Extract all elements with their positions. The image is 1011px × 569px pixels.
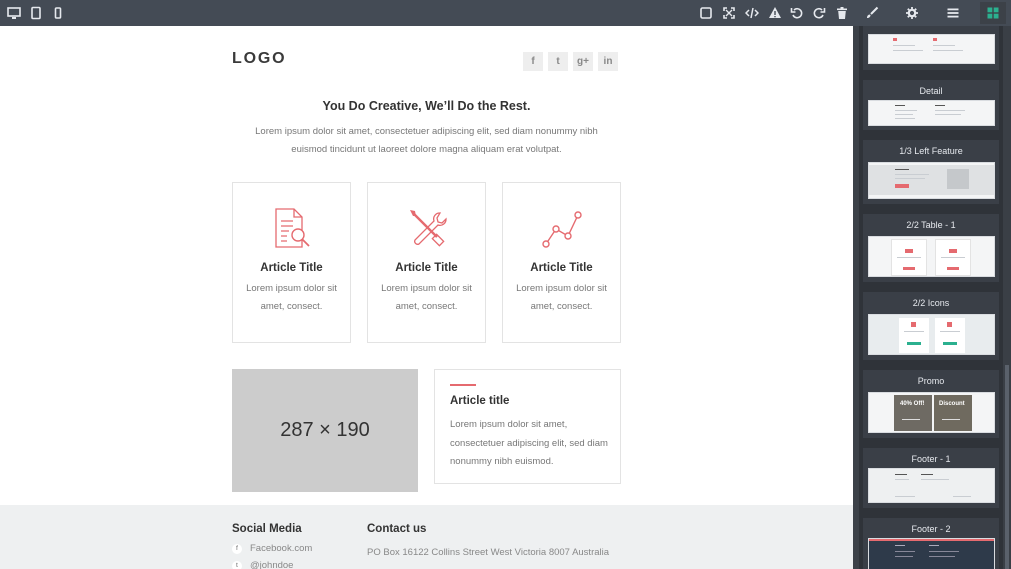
square-icon[interactable]: [698, 5, 714, 21]
card-title: Article Title: [395, 262, 458, 274]
block-thumbnail: [868, 468, 995, 503]
block-item[interactable]: [863, 26, 999, 70]
card-title: Article Title: [530, 262, 593, 274]
layers-icon[interactable]: [943, 5, 963, 21]
article-card[interactable]: Article Title Lorem ipsum dolor sit amet…: [502, 182, 621, 343]
article-block[interactable]: Article title Lorem ipsum dolor sit amet…: [434, 369, 621, 484]
block-item-icons[interactable]: 2/2 Icons: [863, 292, 999, 360]
card-text: Lorem ipsum dolor sit amet, consect.: [246, 283, 337, 312]
accent-divider: [450, 384, 476, 386]
block-label: Detail: [919, 86, 943, 96]
block-item-promo[interactable]: Promo 40% Off! Discount: [863, 370, 999, 438]
google-plus-icon[interactable]: g+: [573, 52, 593, 71]
card-text: Lorem ipsum dolor sit amet, consect.: [516, 283, 607, 312]
warning-icon[interactable]: [767, 5, 783, 21]
block-label: Footer - 1: [911, 454, 951, 464]
card-text: Lorem ipsum dolor sit amet, consect.: [381, 283, 472, 312]
redo-icon[interactable]: [811, 5, 827, 21]
editor-canvas[interactable]: LOGO f t g+ in You Do Creative, We’ll Do…: [0, 26, 853, 569]
article-text: Lorem ipsum dolor sit amet, consectetuer…: [450, 419, 608, 467]
block-thumbnail: [868, 538, 995, 569]
social-media-heading: Social Media: [232, 523, 302, 535]
gear-icon[interactable]: [902, 5, 922, 21]
linkedin-icon[interactable]: in: [598, 52, 618, 71]
facebook-icon[interactable]: f: [523, 52, 543, 71]
block-item-footer-1[interactable]: Footer - 1: [863, 448, 999, 508]
footer[interactable]: Social Media f Facebook.com t @johndoe C…: [0, 505, 853, 569]
facebook-icon: f: [232, 543, 242, 554]
block-thumbnail: 40% Off! Discount: [868, 392, 995, 433]
block-label: 2/2 Icons: [912, 298, 950, 308]
block-label: 1/3 Left Feature: [899, 146, 963, 156]
block-thumbnail: [868, 314, 995, 355]
twitter-icon: t: [232, 560, 242, 569]
social-icons: f t g+ in: [523, 52, 618, 71]
hero-text: Lorem ipsum dolor sit amet, consectetuer…: [255, 126, 598, 155]
block-thumbnail: [868, 34, 995, 64]
fullscreen-icon[interactable]: [721, 5, 737, 21]
desktop-icon[interactable]: [6, 5, 22, 21]
twitter-icon[interactable]: t: [548, 52, 568, 71]
line-chart-icon: [541, 211, 582, 248]
block-thumbnail: [868, 100, 995, 126]
block-item-detail[interactable]: Detail: [863, 80, 999, 130]
footer-social-link[interactable]: f Facebook.com: [232, 543, 312, 554]
block-label: Footer - 2: [911, 524, 951, 534]
block-item-table[interactable]: 2/2 Table - 1: [863, 214, 999, 282]
block-item-footer-2[interactable]: Footer - 2: [863, 518, 999, 569]
article-title: Article title: [450, 395, 510, 407]
card-title: Article Title: [260, 262, 323, 274]
block-item-feature[interactable]: 1/3 Left Feature: [863, 140, 999, 204]
blocks-icon[interactable]: [980, 2, 1006, 24]
top-toolbar: [0, 0, 1011, 26]
document-search-icon: [274, 208, 310, 248]
image-placeholder[interactable]: 287 × 190: [232, 369, 418, 492]
block-label: Promo: [917, 376, 945, 386]
brush-icon[interactable]: [862, 5, 882, 21]
block-thumbnail: [868, 236, 995, 277]
trash-icon[interactable]: [834, 5, 850, 21]
hero-title: You Do Creative, We’ll Do the Rest.: [322, 99, 531, 113]
contact-heading: Contact us: [367, 523, 427, 535]
block-label: 2/2 Table - 1: [906, 220, 956, 230]
article-card[interactable]: Article Title Lorem ipsum dolor sit amet…: [367, 182, 486, 343]
tablet-icon[interactable]: [28, 5, 44, 21]
block-thumbnail: [868, 162, 995, 199]
footer-social-link[interactable]: t @johndoe: [232, 560, 293, 569]
mobile-icon[interactable]: [50, 5, 66, 21]
code-icon[interactable]: [744, 5, 760, 21]
contact-address: PO Box 16122 Collins Street West Victori…: [367, 547, 610, 558]
logo: LOGO: [232, 50, 287, 67]
tools-icon: [409, 210, 447, 247]
undo-icon[interactable]: [789, 5, 805, 21]
blocks-panel: Detail 1/3 Left Feature 2/2 Table - 1 2/…: [859, 26, 1003, 569]
sidebar-scroll-thumb[interactable]: [1005, 365, 1009, 569]
article-card[interactable]: Article Title Lorem ipsum dolor sit amet…: [232, 182, 351, 343]
